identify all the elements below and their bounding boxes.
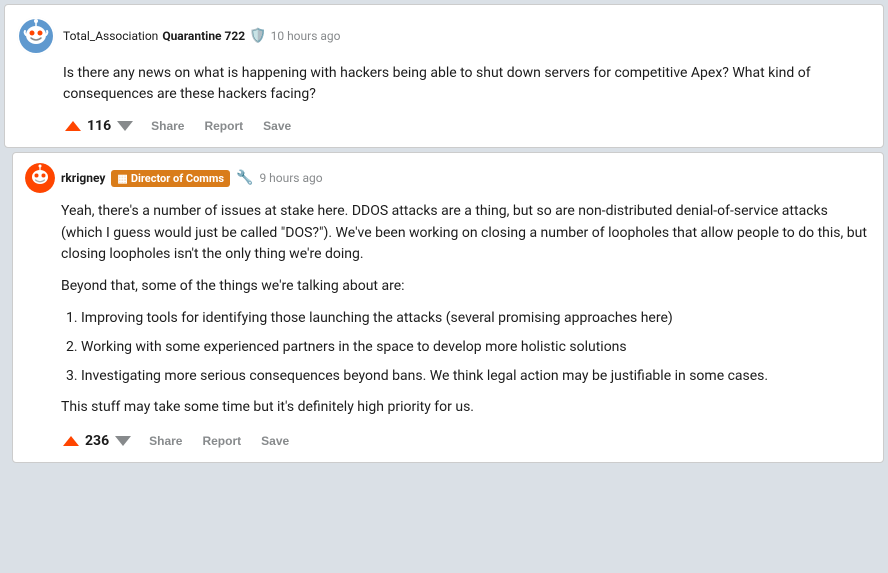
share-button[interactable]: Share: [147, 115, 188, 137]
comment-body: Yeah, there's a number of issues at stak…: [25, 201, 871, 418]
page-wrapper: Total_Association Quarantine 722 🛡️ 10 ho…: [0, 0, 888, 471]
post-meta: Total_Association Quarantine 722 🛡️ 10 ho…: [63, 28, 341, 44]
post-body: Is there any news on what is happening w…: [17, 63, 871, 105]
comment-upvote-button[interactable]: [61, 434, 81, 448]
avatar: [17, 17, 55, 55]
director-flair: ▦ Director of Comms: [111, 170, 230, 187]
comment-report-button[interactable]: Report: [198, 430, 245, 452]
comment-vote-count: 236: [85, 433, 109, 449]
username-prefix: Total_Association: [63, 29, 158, 43]
flair-grid-icon: ▦: [117, 172, 127, 185]
main-post: Total_Association Quarantine 722 🛡️ 10 ho…: [4, 4, 884, 148]
post-text: Is there any news on what is happening w…: [63, 65, 811, 102]
flair-icon: 🛡️: [249, 28, 266, 44]
comment-vote-section: 236: [61, 433, 133, 449]
list-item: Working with some experienced partners i…: [81, 337, 871, 358]
username-suffix: Quarantine 722: [162, 29, 245, 43]
comment-list: Improving tools for identifying those la…: [81, 308, 871, 387]
comment-paragraph-1: Yeah, there's a number of issues at stak…: [61, 201, 871, 266]
downvote-button[interactable]: [115, 119, 135, 133]
downvote-icon: [117, 121, 133, 131]
post-vote-bar: 116 Share Report Save: [17, 115, 871, 137]
comment-downvote-button[interactable]: [113, 434, 133, 448]
comment-timestamp: 9 hours ago: [259, 171, 322, 185]
comment-downvote-icon: [115, 436, 131, 446]
report-button[interactable]: Report: [200, 115, 247, 137]
comment-vote-bar: 236 Share Report Save: [25, 430, 871, 452]
upvote-icon: [65, 121, 81, 131]
comment-save-button[interactable]: Save: [257, 430, 293, 452]
comment-paragraph-2: Beyond that, some of the things we're ta…: [61, 276, 871, 298]
comment-username: rkrigney: [61, 171, 105, 185]
vote-count: 116: [87, 118, 111, 134]
wrench-icon: 🔧: [236, 170, 253, 186]
flair-label: Director of Comms: [131, 172, 224, 185]
list-item: Improving tools for identifying those la…: [81, 308, 871, 329]
save-button[interactable]: Save: [259, 115, 295, 137]
comment-avatar: [25, 163, 55, 193]
comment-container: rkrigney ▦ Director of Comms 🔧 9 hours a…: [12, 152, 884, 463]
comment-share-button[interactable]: Share: [145, 430, 186, 452]
comment-upvote-icon: [63, 436, 79, 446]
comment-header: rkrigney ▦ Director of Comms 🔧 9 hours a…: [25, 163, 871, 193]
post-timestamp: 10 hours ago: [271, 29, 341, 43]
list-item: Investigating more serious consequences …: [81, 366, 871, 387]
post-header: Total_Association Quarantine 722 🛡️ 10 ho…: [17, 17, 871, 55]
vote-section: 116: [63, 118, 135, 134]
comment-paragraph-3: This stuff may take some time but it's d…: [61, 397, 871, 419]
upvote-button[interactable]: [63, 119, 83, 133]
